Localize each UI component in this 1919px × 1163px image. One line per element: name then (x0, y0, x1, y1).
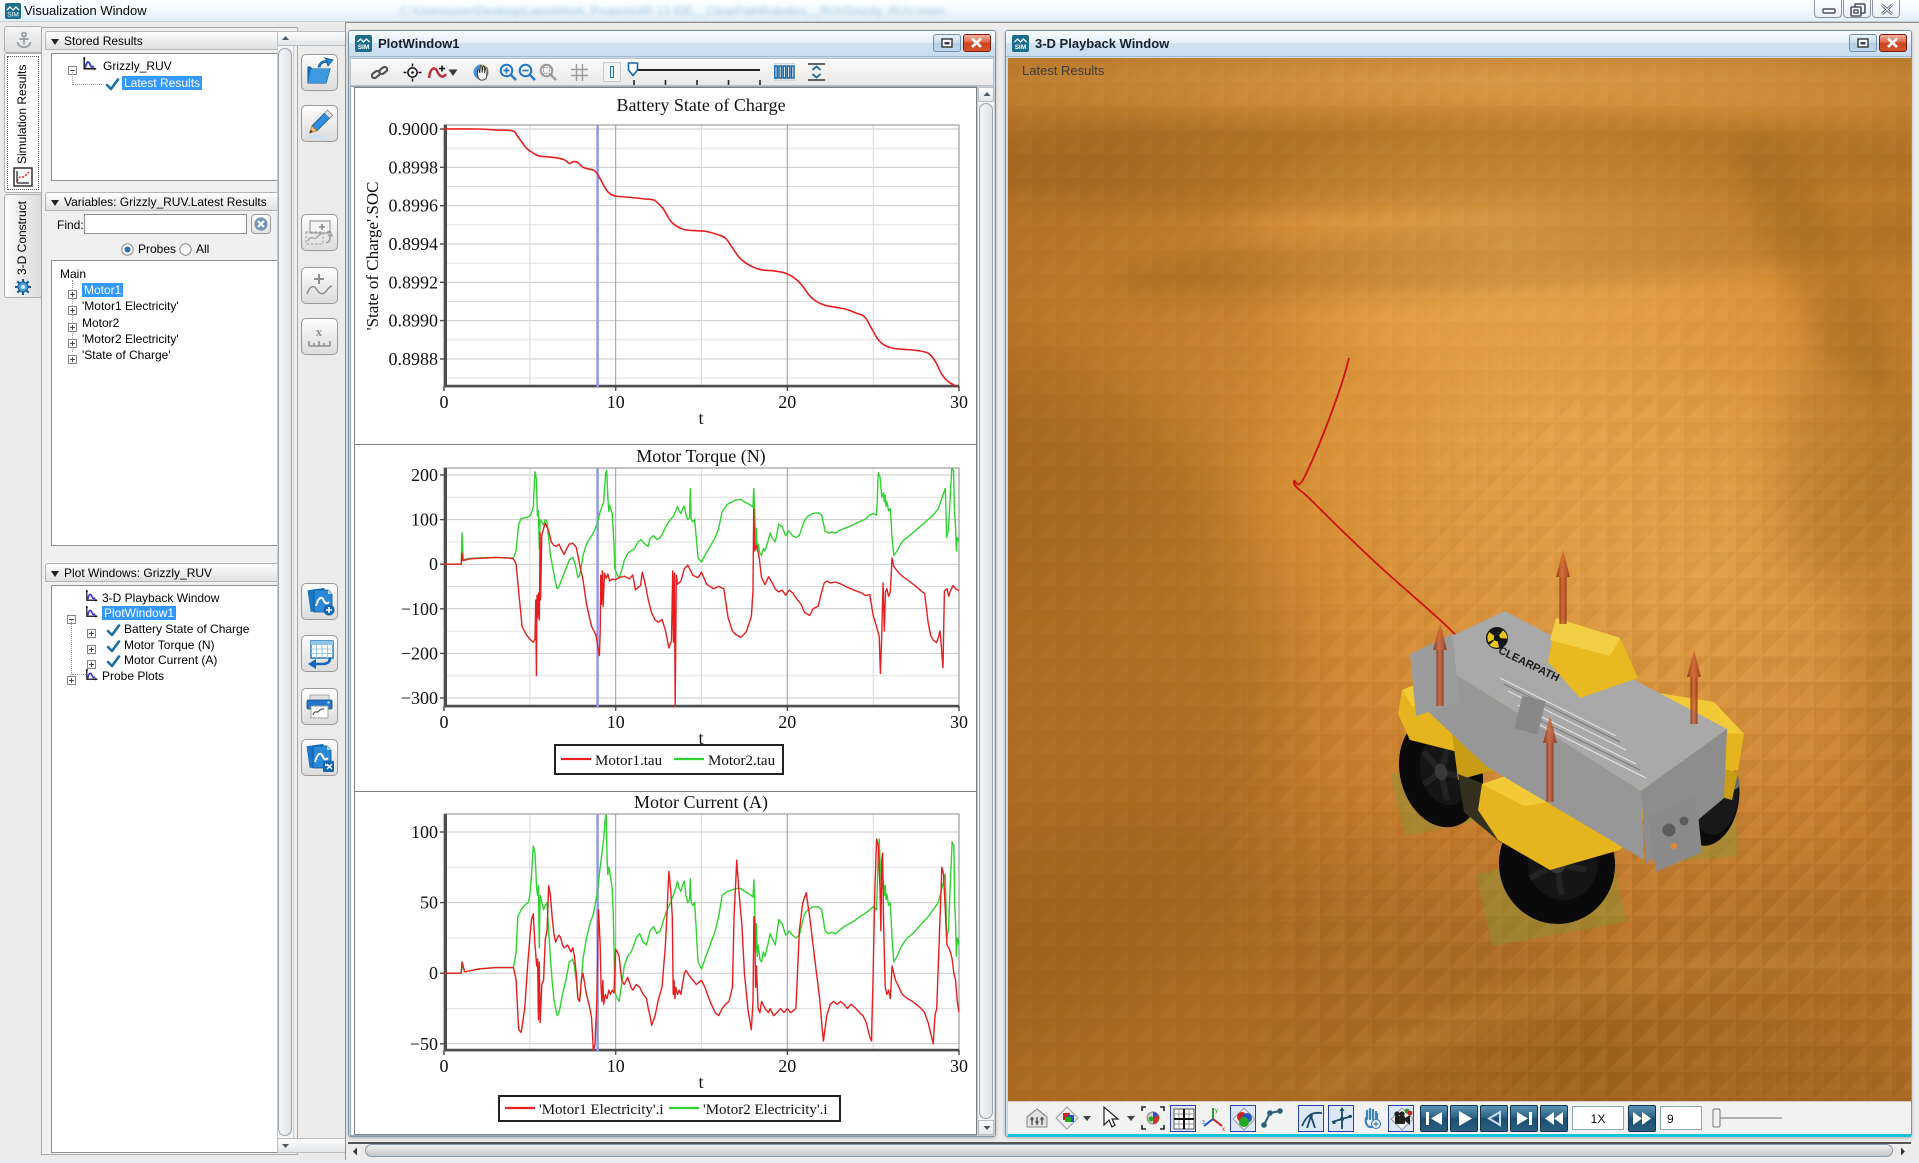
svg-text:100: 100 (411, 822, 438, 842)
svg-text:30: 30 (950, 712, 968, 732)
svg-text:'Motor1 Electricity'.i: 'Motor1 Electricity'.i (539, 1102, 664, 1118)
svg-text:Motor1.tau: Motor1.tau (595, 753, 663, 769)
svg-text:SIM: SIM (358, 44, 370, 51)
svg-text:x: x (316, 324, 323, 339)
svg-text:0.8996: 0.8996 (389, 196, 439, 216)
svg-text:0.9000: 0.9000 (389, 119, 439, 139)
svg-text:200: 200 (411, 465, 438, 485)
svg-text:20: 20 (778, 1056, 796, 1076)
svg-text:y: y (1215, 1108, 1218, 1114)
svg-text:10: 10 (607, 712, 625, 732)
svg-text:100: 100 (411, 510, 438, 530)
svg-text:0: 0 (429, 963, 438, 983)
svg-text:0.8998: 0.8998 (389, 157, 439, 177)
svg-text:−50: −50 (410, 1034, 438, 1054)
svg-text:t: t (698, 1072, 703, 1092)
svg-text:SIM: SIM (1015, 44, 1027, 51)
svg-text:30: 30 (950, 1056, 968, 1076)
svg-text:Motor Torque (N): Motor Torque (N) (636, 446, 765, 467)
svg-text:−100: −100 (401, 599, 438, 619)
svg-text:0.8994: 0.8994 (389, 234, 439, 254)
svg-text:Motor2.tau: Motor2.tau (708, 753, 776, 769)
svg-text:20: 20 (778, 392, 796, 412)
svg-text:'Motor2 Electricity'.i: 'Motor2 Electricity'.i (703, 1102, 828, 1118)
svg-text:20: 20 (778, 712, 796, 732)
svg-text:−300: −300 (401, 688, 438, 708)
svg-text:x: x (1222, 1127, 1225, 1132)
svg-text:10: 10 (607, 392, 625, 412)
svg-text:−200: −200 (401, 643, 438, 663)
svg-text:0: 0 (440, 1056, 449, 1076)
svg-text:Motor Current (A): Motor Current (A) (634, 792, 768, 813)
svg-text:z: z (1202, 1120, 1205, 1126)
svg-text:0.8992: 0.8992 (389, 272, 439, 292)
svg-text:Battery State of Charge: Battery State of Charge (616, 95, 785, 115)
svg-text:0: 0 (440, 392, 449, 412)
svg-text:10: 10 (607, 1056, 625, 1076)
svg-text:0: 0 (429, 554, 438, 574)
svg-text:50: 50 (420, 893, 438, 913)
svg-text:0: 0 (440, 712, 449, 732)
svg-text:t: t (698, 408, 703, 428)
svg-text:30: 30 (950, 392, 968, 412)
svg-text:0.8988: 0.8988 (389, 349, 439, 369)
svg-text:0.8990: 0.8990 (389, 311, 439, 331)
svg-text:SIM: SIM (7, 12, 19, 19)
